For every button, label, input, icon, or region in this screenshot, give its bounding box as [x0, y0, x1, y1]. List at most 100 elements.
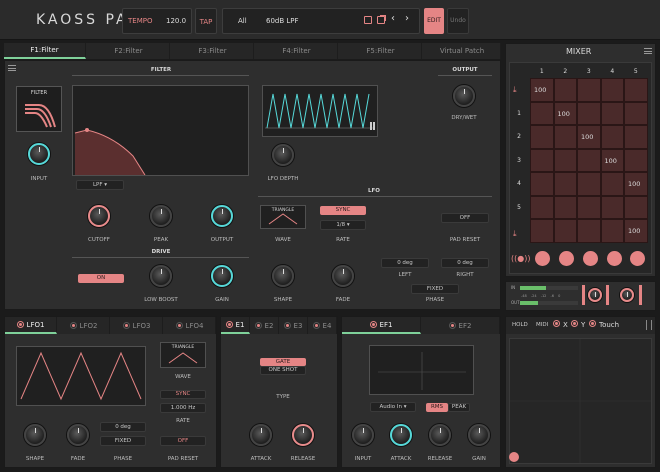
save-icon[interactable] [364, 16, 372, 24]
filter-type-button[interactable]: FILTER [16, 86, 62, 132]
mixer-cell[interactable] [553, 148, 577, 172]
mixer-cell[interactable] [530, 219, 554, 243]
lfo-depth-knob[interactable] [272, 144, 294, 166]
lfo-phase-mode[interactable]: FIXED [411, 284, 459, 294]
tab-ef2[interactable]: EF2 [421, 317, 500, 334]
mixer-cell[interactable] [624, 148, 648, 172]
input-gain-knob[interactable] [588, 288, 602, 302]
mixer-cell[interactable] [577, 219, 601, 243]
chevron-left-icon[interactable]: ‹ [391, 13, 395, 24]
mixer-down-arrow-icon[interactable]: ⤓ [513, 229, 517, 239]
xy-pad-surface[interactable] [509, 338, 652, 464]
mixer-cell[interactable] [600, 101, 624, 125]
mixer-cell[interactable] [553, 125, 577, 149]
lfo1-fade-knob[interactable] [67, 424, 89, 446]
tempo-value[interactable]: 120.0 [166, 17, 186, 25]
drive-gain-knob[interactable] [211, 265, 233, 287]
x-toggle[interactable]: X [553, 320, 568, 329]
filter-type-select[interactable]: LPF ▾ [76, 180, 124, 190]
mixer-cell[interactable] [530, 195, 554, 219]
mixer-cell[interactable] [624, 195, 648, 219]
mixer-cell[interactable] [624, 101, 648, 125]
pad-grip-icon[interactable] [646, 320, 652, 330]
mixer-pad-2[interactable] [559, 251, 574, 266]
tab-lfo1[interactable]: LFO1 [5, 317, 57, 334]
mixer-cell[interactable] [553, 78, 577, 102]
mixer-cell[interactable] [577, 195, 601, 219]
tab-f1-filter[interactable]: F1:Filter [4, 43, 86, 59]
tab-f2-filter[interactable]: F2:Filter [88, 43, 170, 59]
menu-icon[interactable] [8, 65, 16, 71]
mixer-pad-1[interactable] [535, 251, 550, 266]
tab-e4[interactable]: E4 [308, 317, 337, 334]
tab-virtual-patch[interactable]: Virtual Patch [424, 43, 501, 59]
mixer-cell[interactable] [577, 148, 601, 172]
tab-ef1[interactable]: EF1 [342, 317, 421, 334]
tab-f4-filter[interactable]: F4:Filter [256, 43, 338, 59]
tap-button[interactable]: TAP [195, 8, 217, 34]
tab-lfo3[interactable]: LFO3 [111, 317, 163, 334]
lfo-wave-select[interactable]: TRIANGLE [260, 205, 306, 229]
mixer-cell[interactable] [600, 219, 624, 243]
lfo-fade-knob[interactable] [332, 265, 354, 287]
mixer-cell[interactable] [624, 78, 648, 102]
lfo1-shape-knob[interactable] [24, 424, 46, 446]
y-toggle[interactable]: Y [571, 320, 585, 329]
input-knob[interactable] [28, 143, 50, 165]
lfo-sync-button[interactable]: SYNC [320, 206, 366, 215]
lfo-shape-knob[interactable] [272, 265, 294, 287]
env-gate-option[interactable]: GATE [260, 358, 306, 366]
ef-gain-knob[interactable] [468, 424, 490, 446]
mixer-cell[interactable] [577, 172, 601, 196]
env-attack-knob[interactable] [250, 424, 272, 446]
env-one-shot-option[interactable]: ONE SHOT [260, 366, 306, 375]
chevron-right-icon[interactable]: › [405, 13, 409, 24]
mixer-cell[interactable] [530, 148, 554, 172]
mixer-cell[interactable] [600, 172, 624, 196]
ef-attack-knob[interactable] [390, 424, 412, 446]
mixer-pad-4[interactable] [607, 251, 622, 266]
mixer-cell[interactable] [530, 172, 554, 196]
hold-button[interactable]: HOLD [512, 322, 528, 328]
tab-lfo4[interactable]: LFO4 [164, 317, 216, 334]
tab-e2[interactable]: E2 [250, 317, 279, 334]
edit-button[interactable]: EDIT [424, 8, 444, 34]
mixer-menu-icon[interactable] [644, 48, 652, 54]
mixer-cell[interactable] [530, 101, 554, 125]
lfo1-phase-mode[interactable]: FIXED [100, 436, 146, 446]
output-knob[interactable] [211, 205, 233, 227]
ef-peak-option[interactable]: PEAK [448, 403, 470, 412]
mixer-cell[interactable] [600, 78, 624, 102]
bank-select[interactable]: All [238, 17, 247, 25]
touch-toggle[interactable]: Touch [589, 320, 619, 329]
ef-source-select[interactable]: Audio In ▾ [370, 402, 416, 412]
lfo-right-phase[interactable]: 0 deg [441, 258, 489, 268]
mixer-cell[interactable] [553, 172, 577, 196]
copy-icon[interactable] [377, 16, 385, 24]
output-gain-knob[interactable] [620, 288, 634, 302]
ef-release-knob[interactable] [429, 424, 451, 446]
lfo-rate-select[interactable]: 1/8 ▾ [320, 220, 366, 230]
mixer-cell[interactable] [624, 125, 648, 149]
mixer-cell[interactable] [530, 125, 554, 149]
broadcast-icon[interactable]: ((●)) [511, 254, 530, 263]
low-boost-knob[interactable] [150, 265, 172, 287]
env-release-knob[interactable] [292, 424, 314, 446]
mixer-cell[interactable] [577, 78, 601, 102]
tab-e3[interactable]: E3 [279, 317, 308, 334]
lfo1-pad-reset[interactable]: OFF [160, 436, 206, 446]
mixer-cell[interactable] [600, 195, 624, 219]
mixer-down-arrow-icon[interactable]: ⤓ [513, 85, 517, 95]
lfo1-rate-field[interactable]: 1.000 Hz [160, 403, 206, 413]
undo-button[interactable]: Undo [447, 8, 469, 34]
cutoff-knob[interactable] [88, 205, 110, 227]
ef-rms-option[interactable]: RMS [426, 403, 448, 412]
preset-name[interactable]: 60dB LPF [266, 17, 299, 25]
tab-e1[interactable]: E1 [221, 317, 250, 334]
dry-wet-knob[interactable] [453, 85, 475, 107]
lfo-left-phase[interactable]: 0 deg [381, 258, 429, 268]
drive-on-button[interactable]: ON [78, 274, 124, 283]
lfo1-sync-button[interactable]: SYNC [160, 390, 206, 399]
lfo1-phase-field[interactable]: 0 deg [100, 422, 146, 432]
xy-pad-cursor[interactable] [509, 452, 519, 462]
